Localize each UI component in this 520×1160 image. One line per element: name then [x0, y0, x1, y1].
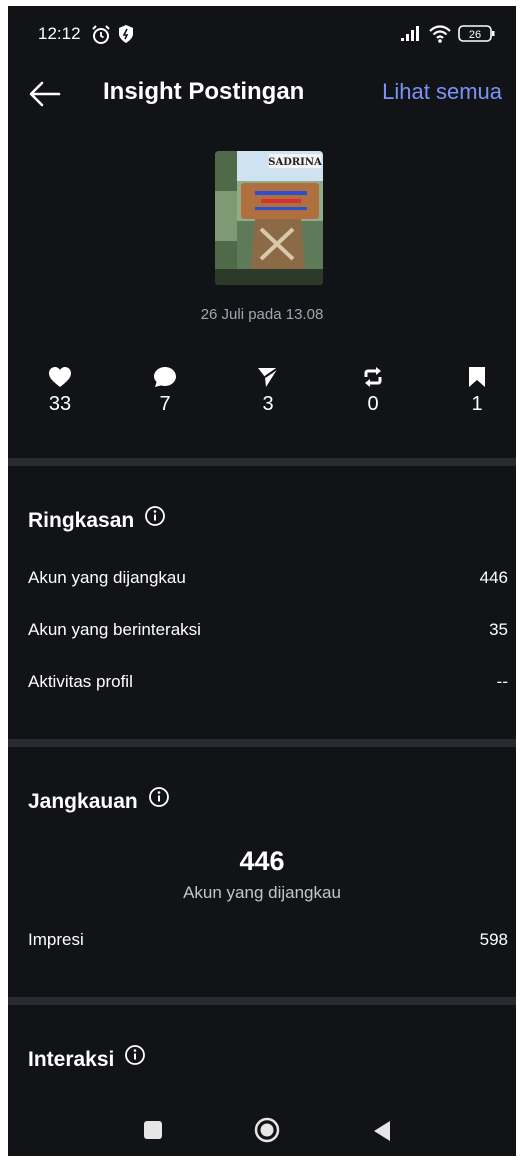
row-value: 35 — [489, 620, 508, 639]
heart-icon — [49, 367, 71, 387]
post-date: 26 Juli pada 13.08 — [200, 306, 324, 323]
likes-stat: 33 — [30, 366, 90, 416]
section-divider — [8, 997, 516, 1005]
interaksi-title: Interaksi — [28, 1048, 115, 1071]
reposts-count: 0 — [367, 393, 379, 415]
impressions-row: Impresi 598 — [28, 930, 508, 958]
jangkauan-heading: Jangkauan — [28, 787, 170, 814]
battery-icon: 26 — [458, 25, 496, 48]
summary-row-engaged: Akun yang berinteraksi 35 — [28, 620, 508, 648]
shares-count: 3 — [262, 393, 274, 415]
post-image: SADRINA — [215, 151, 323, 285]
summary-row-profile-activity: Aktivitas profil -- — [28, 672, 508, 700]
section-divider — [8, 458, 516, 466]
back-nav-button[interactable] — [372, 1120, 392, 1147]
row-value: 446 — [479, 568, 508, 587]
reach-label: Akun yang dijangkau — [183, 883, 341, 902]
engagement-stats: 33 7 3 0 1 — [8, 366, 516, 426]
home-button[interactable] — [254, 1117, 280, 1148]
screen: 12:12 26 Insight Postingan Lihat semua S… — [8, 6, 516, 1156]
row-label: Aktivitas profil — [28, 672, 133, 691]
back-button[interactable] — [28, 78, 62, 110]
ringkasan-title: Ringkasan — [28, 509, 135, 532]
share-icon — [258, 367, 279, 387]
see-all-link[interactable]: Lihat semua — [382, 79, 502, 105]
alarm-icon — [90, 24, 112, 51]
header: Insight Postingan Lihat semua — [8, 66, 516, 122]
thumbnail-brand: SADRINA — [268, 157, 322, 168]
info-icon[interactable] — [144, 505, 166, 533]
comments-stat: 7 — [135, 366, 195, 416]
reposts-stat: 0 — [343, 366, 403, 416]
battery-level: 26 — [469, 29, 481, 41]
row-value: -- — [496, 672, 508, 691]
comment-icon — [154, 367, 176, 387]
summary-row-reached: Akun yang dijangkau 446 — [28, 568, 508, 596]
arrow-left-icon — [29, 81, 61, 107]
reach-value: 446 — [239, 846, 285, 876]
circle-icon — [254, 1117, 280, 1143]
ringkasan-heading: Ringkasan — [28, 506, 166, 533]
triangle-back-icon — [374, 1121, 390, 1141]
bookmark-icon — [469, 367, 485, 387]
status-time: 12:12 — [38, 24, 81, 43]
repost-icon — [364, 367, 382, 387]
info-icon[interactable] — [124, 1044, 146, 1072]
signal-icon — [400, 24, 424, 47]
jangkauan-title: Jangkauan — [28, 790, 138, 813]
row-label: Akun yang berinteraksi — [28, 620, 201, 639]
shares-stat: 3 — [238, 366, 298, 416]
interaksi-heading: Interaksi — [28, 1045, 146, 1072]
square-icon — [144, 1121, 162, 1139]
saves-count: 1 — [471, 393, 483, 415]
row-value: 598 — [479, 930, 508, 949]
recents-button[interactable] — [143, 1120, 163, 1145]
comments-count: 7 — [159, 393, 171, 415]
likes-count: 33 — [48, 393, 72, 415]
page-title: Insight Postingan — [103, 78, 305, 105]
saves-stat: 1 — [447, 366, 507, 416]
row-label: Akun yang dijangkau — [28, 568, 186, 587]
info-icon[interactable] — [148, 786, 170, 814]
shield-icon — [118, 24, 134, 49]
row-label: Impresi — [28, 930, 84, 949]
system-nav-bar — [8, 1106, 516, 1156]
wifi-icon — [428, 24, 452, 49]
post-thumbnail[interactable]: SADRINA — [215, 151, 323, 285]
section-divider — [8, 739, 516, 747]
status-bar: 12:12 26 — [8, 6, 516, 62]
